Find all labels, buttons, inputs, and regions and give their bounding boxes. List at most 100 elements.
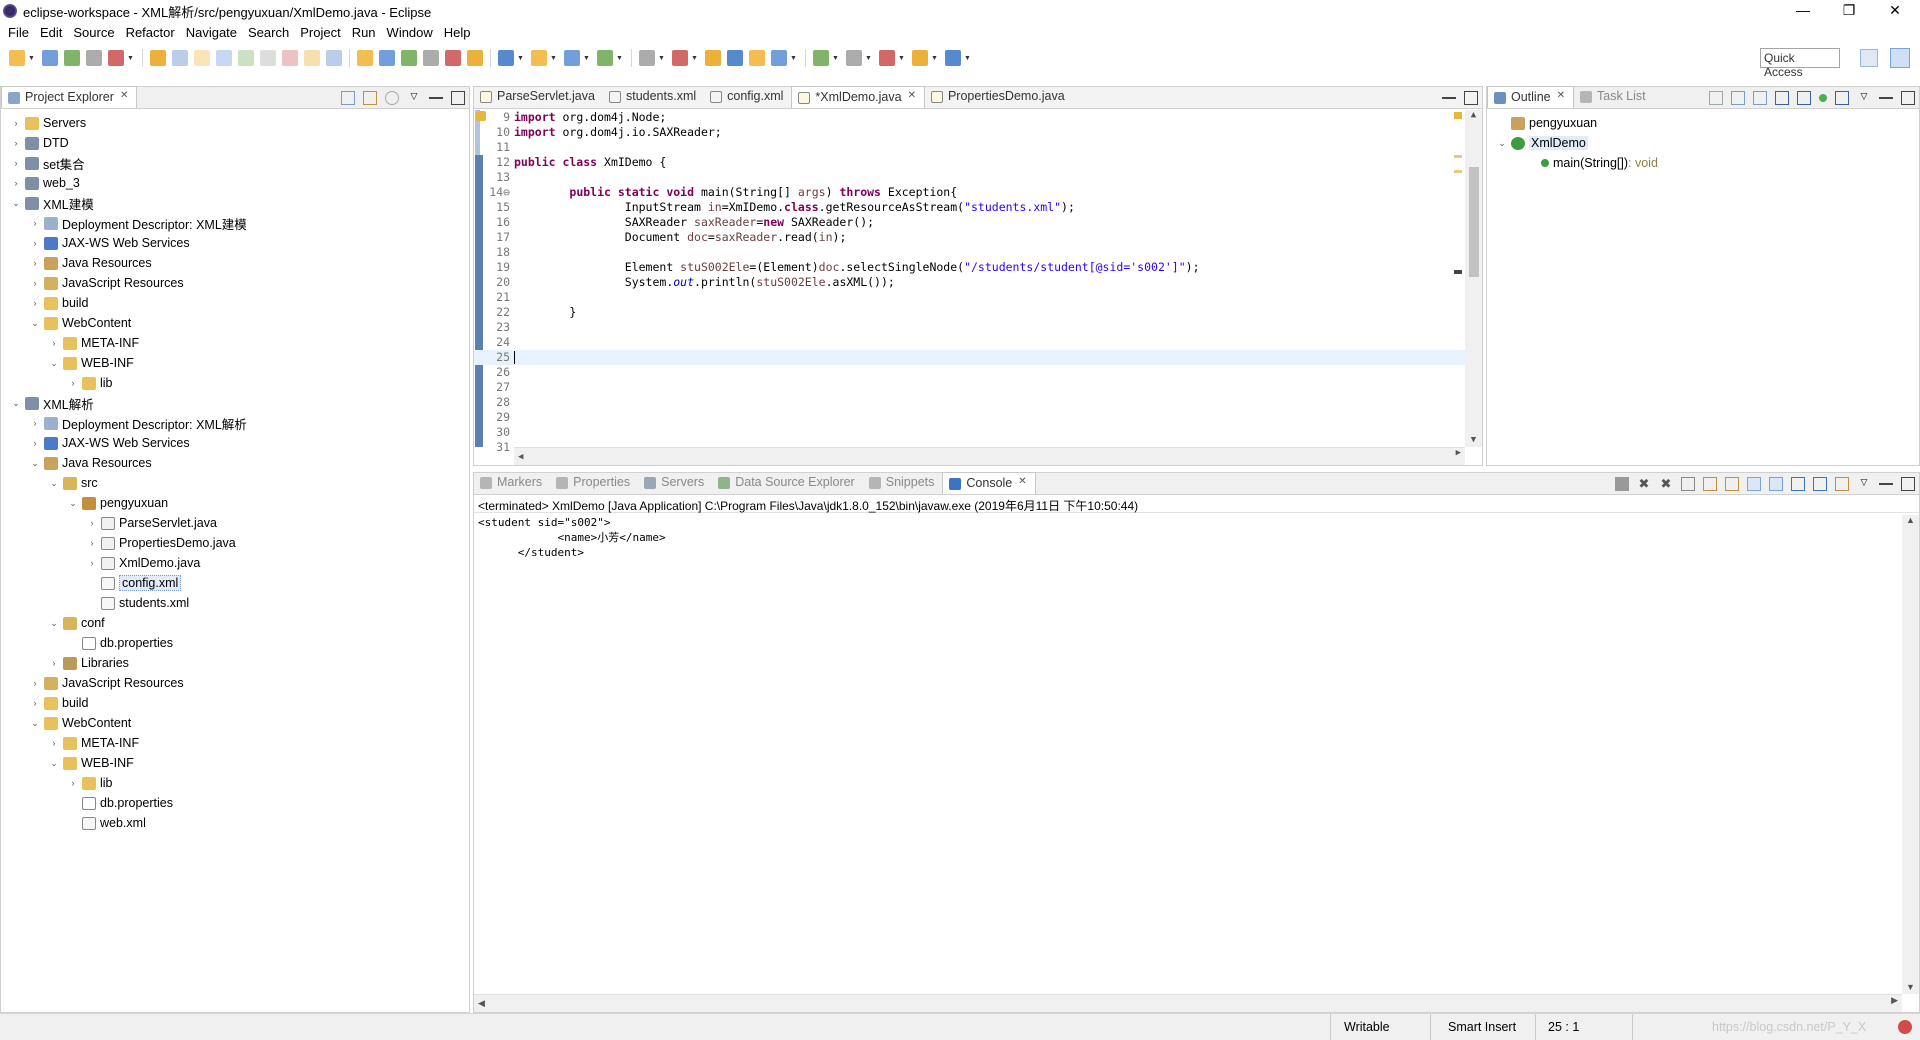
chevron-down-icon[interactable]: ⌄	[9, 198, 23, 209]
console-vertical-scrollbar[interactable]: ▲ ▼	[1902, 515, 1919, 994]
menu-edit[interactable]: Edit	[36, 25, 69, 40]
next-annotation-icon[interactable]	[813, 50, 829, 66]
chevron-down-icon[interactable]: ⌄	[28, 458, 42, 469]
word-wrap-icon[interactable]	[445, 50, 461, 66]
chevron-down-icon[interactable]: ⌄	[66, 498, 80, 509]
tree-item[interactable]: › META-INF	[1, 333, 469, 353]
hide-nonpublic-icon[interactable]	[1797, 91, 1811, 105]
skip-breakpoints-icon[interactable]	[150, 50, 166, 66]
chevron-down-icon[interactable]: ▼	[616, 55, 623, 62]
terminate-icon[interactable]	[1615, 477, 1629, 491]
chevron-right-icon[interactable]: ›	[85, 518, 99, 528]
chevron-down-icon[interactable]: ▼	[832, 55, 839, 62]
new-icon[interactable]	[9, 50, 25, 66]
tree-item[interactable]: › lib	[1, 373, 469, 393]
word-wrap-icon[interactable]	[1725, 477, 1739, 491]
scroll-up-icon[interactable]: ▲	[1465, 110, 1482, 120]
tree-item[interactable]: ⌄ WebContent	[1, 313, 469, 333]
search-java-icon[interactable]	[771, 50, 787, 66]
filter-icon[interactable]	[385, 91, 399, 105]
open-perspective-icon[interactable]	[1860, 49, 1878, 67]
chevron-right-icon[interactable]: ›	[28, 418, 42, 428]
code-line[interactable]: 11	[474, 140, 1465, 155]
tab-properties[interactable]: Properties	[550, 472, 638, 494]
chevron-down-icon[interactable]: ▼	[583, 55, 590, 62]
minimize-view-icon[interactable]	[1879, 91, 1893, 99]
menu-help[interactable]: Help	[440, 25, 478, 40]
chevron-right-icon[interactable]: ›	[66, 378, 80, 388]
code-line[interactable]: 14⊖ public static void main(String[] arg…	[474, 185, 1465, 200]
tree-item[interactable]: ⌄ XML解析	[1, 393, 469, 413]
code-line[interactable]: 9 import org.dom4j.Node;	[474, 110, 1465, 125]
chevron-down-icon[interactable]: ▼	[790, 55, 797, 62]
chevron-down-icon[interactable]: ▼	[658, 55, 665, 62]
remove-all-launches-icon[interactable]: ✖	[1659, 477, 1673, 491]
console-horizontal-scrollbar[interactable]: ◀ ▶	[474, 994, 1902, 1012]
menu-file[interactable]: File	[4, 25, 36, 40]
show-on-stderr-icon[interactable]	[1769, 477, 1783, 491]
outline-class[interactable]: ⌄ XmlDemo	[1487, 133, 1919, 153]
chevron-down-icon[interactable]: ⌄	[9, 398, 23, 409]
editor-tab[interactable]: config.xml	[704, 86, 791, 108]
debug-icon[interactable]	[498, 50, 514, 66]
open-task-icon[interactable]	[357, 50, 373, 66]
tree-item[interactable]: › Deployment Descriptor: XML解析	[1, 413, 469, 433]
scrollbar-thumb[interactable]	[1469, 167, 1479, 277]
new-server-icon[interactable]	[639, 50, 655, 66]
scroll-right-icon[interactable]: ▶	[1891, 995, 1898, 1006]
resume-icon[interactable]	[172, 50, 188, 66]
pin-console-icon[interactable]	[1791, 477, 1805, 491]
code-line[interactable]: 25	[474, 350, 1465, 365]
code-line[interactable]: 26	[474, 365, 1465, 380]
code-line[interactable]: 24	[474, 335, 1465, 350]
suspend-icon[interactable]	[194, 50, 210, 66]
tree-item[interactable]: ⌄ XML建模	[1, 193, 469, 213]
tree-item[interactable]: › build	[1, 293, 469, 313]
outline-package[interactable]: pengyuxuan	[1487, 113, 1919, 133]
code-line[interactable]: 29	[474, 410, 1465, 425]
console-output[interactable]: <student sid="s002"> <name>小芳</name> </s…	[474, 513, 1919, 562]
overview-marker[interactable]	[1454, 155, 1462, 158]
menu-project[interactable]: Project	[296, 25, 347, 40]
editor-tab[interactable]: *XmlDemo.java ✕	[791, 86, 925, 108]
chevron-right-icon[interactable]: ›	[28, 278, 42, 288]
tab-snippets[interactable]: Snippets	[863, 472, 943, 494]
hide-local-types-icon[interactable]	[1819, 94, 1827, 102]
sort-icon[interactable]	[1753, 91, 1767, 105]
chevron-down-icon[interactable]: ▼	[28, 55, 35, 62]
hide-fields-icon[interactable]	[1709, 91, 1723, 105]
toggle-ant-mark-icon[interactable]	[379, 50, 395, 66]
tree-item[interactable]: › lib	[1, 773, 469, 793]
tree-item[interactable]: › PropertiesDemo.java	[1, 533, 469, 553]
tree-item[interactable]: ⌄ WEB-INF	[1, 353, 469, 373]
minimize-view-icon[interactable]	[1879, 477, 1893, 485]
open-web-browser-icon[interactable]	[727, 50, 743, 66]
chevron-right-icon[interactable]: ›	[28, 258, 42, 268]
tree-item[interactable]: › ParseServlet.java	[1, 513, 469, 533]
quick-access-field[interactable]: Quick Access	[1760, 48, 1840, 79]
menu-run[interactable]: Run	[348, 25, 383, 40]
code-line[interactable]: 23	[474, 320, 1465, 335]
java-ee-perspective-icon[interactable]	[1890, 48, 1910, 68]
menu-source[interactable]: Source	[69, 25, 121, 40]
editor-tab[interactable]: students.xml	[603, 86, 704, 108]
chevron-down-icon[interactable]: ⌄	[47, 478, 61, 489]
chevron-down-icon[interactable]: ⌄	[47, 618, 61, 629]
tree-item[interactable]: › JAX-WS Web Services	[1, 433, 469, 453]
chevron-right-icon[interactable]: ›	[66, 778, 80, 788]
tree-item[interactable]: › Servers	[1, 113, 469, 133]
chevron-down-icon[interactable]: ▼	[517, 55, 524, 62]
chevron-right-icon[interactable]: ›	[85, 558, 99, 568]
view-menu-icon[interactable]: ▽	[407, 91, 421, 105]
tree-item[interactable]: ⌄ Java Resources	[1, 453, 469, 473]
chevron-right-icon[interactable]: ›	[28, 438, 42, 448]
code-line[interactable]: 18	[474, 245, 1465, 260]
menu-refactor[interactable]: Refactor	[122, 25, 182, 40]
run-icon[interactable]	[531, 50, 547, 66]
chevron-down-icon[interactable]: ▼	[127, 55, 134, 62]
chevron-down-icon[interactable]: ⌄	[47, 758, 61, 769]
chevron-right-icon[interactable]: ›	[85, 538, 99, 548]
chevron-down-icon[interactable]: ⌄	[47, 358, 61, 369]
show-whitespace-icon[interactable]	[467, 50, 483, 66]
maximize-view-icon[interactable]	[1901, 477, 1915, 491]
